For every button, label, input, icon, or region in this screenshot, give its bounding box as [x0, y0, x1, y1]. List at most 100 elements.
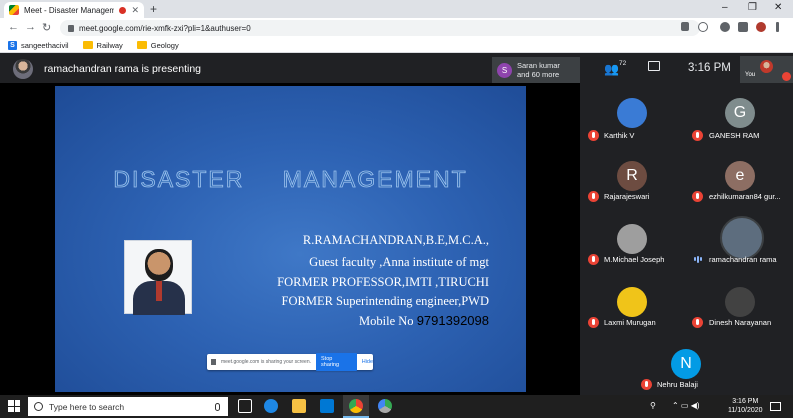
windows-start-icon[interactable] — [8, 400, 20, 412]
participant-name: Nehru Balaji — [657, 380, 698, 389]
url-field[interactable]: meet.google.com/rie-xmfk-zxi?pli=1&authu… — [60, 20, 700, 36]
bookmark-sangeethacivil[interactable]: S sangeethacivil — [8, 40, 69, 50]
mic-off-icon — [588, 317, 599, 328]
back-button[interactable]: ← — [8, 21, 19, 33]
slide-line-name: R.RAMACHANDRAN,B.E,M.C.A., — [302, 233, 489, 247]
participant-name: ramachandran rama — [709, 255, 777, 264]
tab-title: Meet - Disaster Managemen — [24, 5, 115, 15]
file-explorer-icon[interactable] — [292, 399, 306, 413]
mobile-label: Mobile No — [359, 314, 414, 328]
chrome-alt-icon[interactable] — [378, 399, 392, 413]
microphone-icon[interactable] — [215, 402, 220, 411]
participant-grid: Karthik V G GANESH RAM R Rajarajeswari e… — [580, 83, 793, 395]
chat-icon[interactable] — [648, 61, 660, 71]
mic-off-icon — [588, 191, 599, 202]
drag-handle-icon[interactable] — [211, 359, 216, 365]
slide-line-mobile: Mobile No 9791392098 — [359, 313, 489, 329]
hide-button[interactable]: Hide — [362, 359, 373, 365]
participant-avatar — [720, 216, 764, 260]
bookmark-label: Geology — [150, 40, 179, 50]
photo-face — [145, 249, 173, 281]
camera-icon[interactable] — [681, 22, 689, 31]
joiner-more: and 60 more — [517, 70, 560, 79]
bookmarks-bar: S sangeethacivil Railway Geology — [0, 38, 793, 53]
participant-avatar — [725, 287, 755, 317]
browser-tab[interactable]: Meet - Disaster Managemen ✕ — [4, 2, 144, 18]
participant-avatar: e — [725, 161, 755, 191]
maximize-button[interactable]: ❐ — [748, 2, 757, 13]
participant-avatar: N — [671, 349, 701, 379]
people-icon[interactable]: 👥 — [604, 62, 619, 76]
screen: Meet - Disaster Managemen ✕ + – ❐ ✕ ← → … — [0, 0, 793, 418]
meet-favicon-icon — [9, 5, 19, 15]
bookmark-label: sangeethacivil — [21, 40, 69, 50]
taskbar-date: 11/10/2020 — [728, 407, 763, 414]
stop-sharing-button[interactable]: Stop sharing — [316, 353, 357, 371]
participant-avatar — [617, 224, 647, 254]
participant-name: ezhilkumaran84 gur... — [709, 192, 781, 201]
meet-top-bar: ramachandran rama is presenting S Saran … — [0, 53, 793, 83]
address-bar-row: ← → ↻ meet.google.com/rie-xmfk-zxi?pli=1… — [0, 18, 793, 38]
photo-tie — [156, 281, 162, 301]
participant-avatar — [617, 98, 647, 128]
speaking-indicator-icon — [694, 255, 704, 263]
notification-icon[interactable] — [770, 402, 781, 411]
participant-name: GANESH RAM — [709, 131, 760, 140]
people-count: 72 — [619, 60, 627, 67]
extension-circle-icon[interactable] — [720, 22, 730, 32]
tab-close-icon[interactable]: ✕ — [131, 5, 139, 16]
participant-name: Karthik V — [604, 131, 635, 140]
search-icon — [34, 402, 43, 411]
mobile-number: 9791392098 — [416, 313, 489, 328]
close-window-button[interactable]: ✕ — [774, 2, 782, 13]
bookmark-label: Railway — [96, 40, 123, 50]
self-label: You — [745, 72, 756, 78]
site-s-icon: S — [8, 40, 17, 50]
mail-icon[interactable] — [320, 399, 334, 413]
taskbar-time: 3:16 PM — [732, 398, 759, 405]
presenter-avatar — [13, 59, 33, 79]
sharing-text: meet.google.com is sharing your screen. — [220, 359, 312, 365]
mic-off-icon — [641, 379, 652, 390]
mic-off-icon — [692, 191, 703, 202]
joiner-text: Saran kumar and 60 more — [517, 61, 560, 79]
task-view-icon[interactable] — [238, 399, 252, 413]
participant-avatar: R — [617, 161, 647, 191]
presenter-photo — [124, 240, 192, 315]
presented-slide: DISASTER MANAGEMENT R.RAMACHANDRAN,B.E,M… — [55, 86, 526, 392]
lock-icon — [68, 24, 74, 32]
sharing-bar: meet.google.com is sharing your screen. … — [207, 353, 373, 371]
search-placeholder: Type here to search — [49, 401, 125, 412]
taskbar-search[interactable]: Type here to search — [28, 397, 228, 416]
taskbar-clock[interactable]: 3:16 PM 11/10/2020 — [728, 397, 763, 415]
participant-avatar: G — [725, 98, 755, 128]
people-tray-icon[interactable]: ⚲ — [650, 401, 656, 410]
puzzle-icon[interactable] — [738, 22, 748, 32]
self-mic-off-icon — [782, 72, 791, 81]
join-notification[interactable]: S Saran kumar and 60 more — [492, 57, 580, 83]
reload-button[interactable]: ↻ — [42, 21, 51, 34]
mic-off-icon — [588, 130, 599, 141]
profile-avatar-icon[interactable] — [756, 22, 766, 32]
mic-off-icon — [692, 317, 703, 328]
minimize-button[interactable]: – — [722, 2, 728, 13]
joiner-name: Saran kumar — [517, 61, 560, 70]
slide-line-engineer: FORMER Superintending engineer,PWD — [281, 294, 489, 308]
participant-name: Laxmi Murugan — [604, 318, 656, 327]
mic-off-icon — [692, 130, 703, 141]
presenting-banner: ramachandran rama is presenting — [44, 63, 201, 75]
bookmark-geology[interactable]: Geology — [136, 40, 179, 50]
folder-icon — [82, 41, 93, 49]
chrome-icon — [349, 399, 363, 413]
forward-button[interactable]: → — [25, 21, 36, 33]
system-tray-icons[interactable]: ⌃ ▭ ◀) — [672, 401, 700, 410]
taskbar: Type here to search ⚲ ⌃ ▭ ◀) 3:16 PM 11/… — [0, 395, 793, 418]
self-avatar — [760, 60, 773, 73]
star-icon[interactable] — [698, 22, 708, 32]
tab-strip: Meet - Disaster Managemen ✕ + – ❐ ✕ — [0, 0, 793, 18]
new-tab-button[interactable]: + — [150, 3, 157, 15]
menu-dots-icon[interactable] — [776, 22, 779, 32]
bookmark-railway[interactable]: Railway — [82, 40, 123, 50]
meet-clock: 3:16 PM — [688, 62, 731, 74]
edge-icon[interactable] — [264, 399, 278, 413]
